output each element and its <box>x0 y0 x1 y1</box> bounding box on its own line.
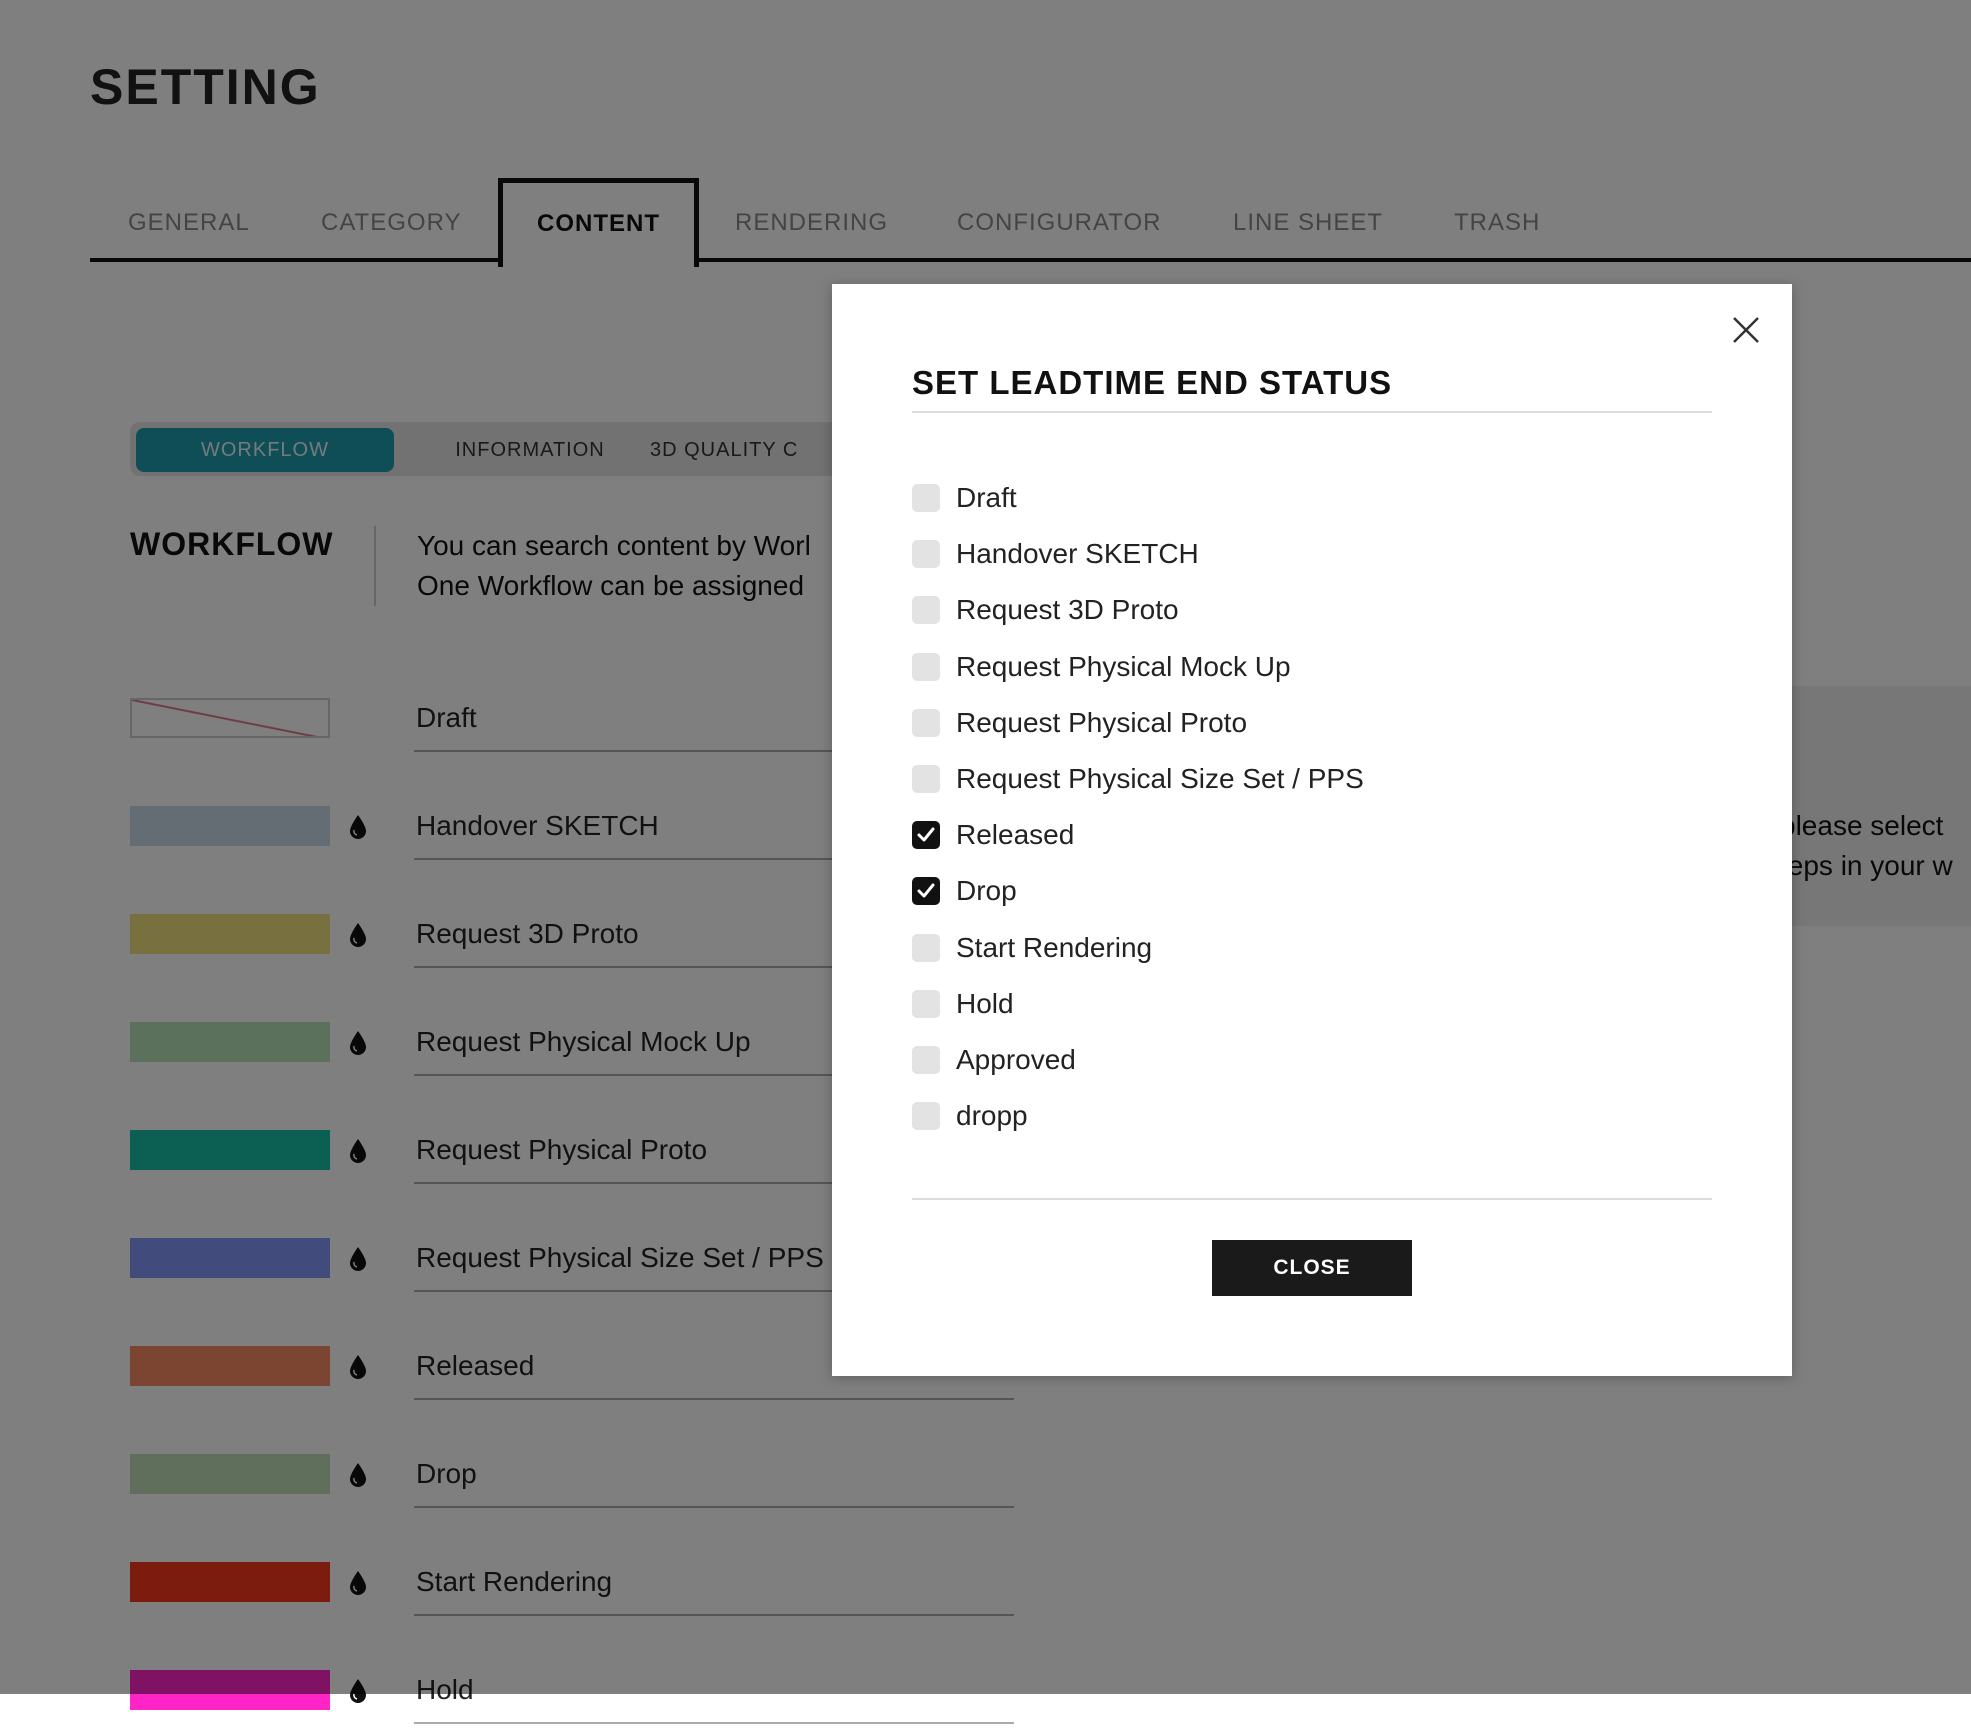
checkmark-icon <box>917 883 935 898</box>
status-checkbox[interactable] <box>912 877 940 906</box>
status-option-label: Released <box>956 819 1075 851</box>
status-option-label: Hold <box>956 987 1014 1019</box>
status-option-label: Drop <box>956 875 1017 907</box>
leadtime-end-status-modal: SET LEADTIME END STATUS Draft Handover SK… <box>832 284 1792 1376</box>
status-checkbox[interactable] <box>912 765 940 793</box>
status-checkbox[interactable] <box>912 989 940 1018</box>
status-checkbox[interactable] <box>912 821 940 850</box>
status-checkbox[interactable] <box>912 596 940 625</box>
status-option-label: Request Physical Size Set / PPS <box>956 763 1364 794</box>
status-option-label: Approved <box>956 1044 1076 1075</box>
status-option-label: Request Physical Proto <box>956 706 1248 738</box>
modal-title: SET LEADTIME END STATUS <box>912 364 1393 401</box>
status-checkbox[interactable] <box>912 1046 940 1074</box>
status-checkbox[interactable] <box>912 484 940 512</box>
status-checkbox[interactable] <box>912 540 940 569</box>
close-icon[interactable] <box>1730 314 1762 346</box>
status-checkbox[interactable] <box>912 652 940 681</box>
workflow-item-underline <box>414 1722 1014 1724</box>
modal-divider-top <box>912 411 1712 413</box>
modal-divider-bottom <box>912 1198 1712 1200</box>
status-checkbox[interactable] <box>912 1102 940 1131</box>
close-button[interactable]: CLOSE <box>1212 1240 1412 1296</box>
status-checkbox[interactable] <box>912 708 940 737</box>
status-checkbox[interactable] <box>912 933 940 962</box>
status-option-label: Handover SKETCH <box>956 538 1199 570</box>
status-option-label: dropp <box>956 1100 1028 1132</box>
status-option-label: Start Rendering <box>956 931 1153 963</box>
status-option-label: Request Physical Mock Up <box>956 650 1291 682</box>
status-option-label: Request 3D Proto <box>956 594 1179 626</box>
checkmark-icon <box>917 827 935 842</box>
status-option-label: Draft <box>956 482 1017 513</box>
